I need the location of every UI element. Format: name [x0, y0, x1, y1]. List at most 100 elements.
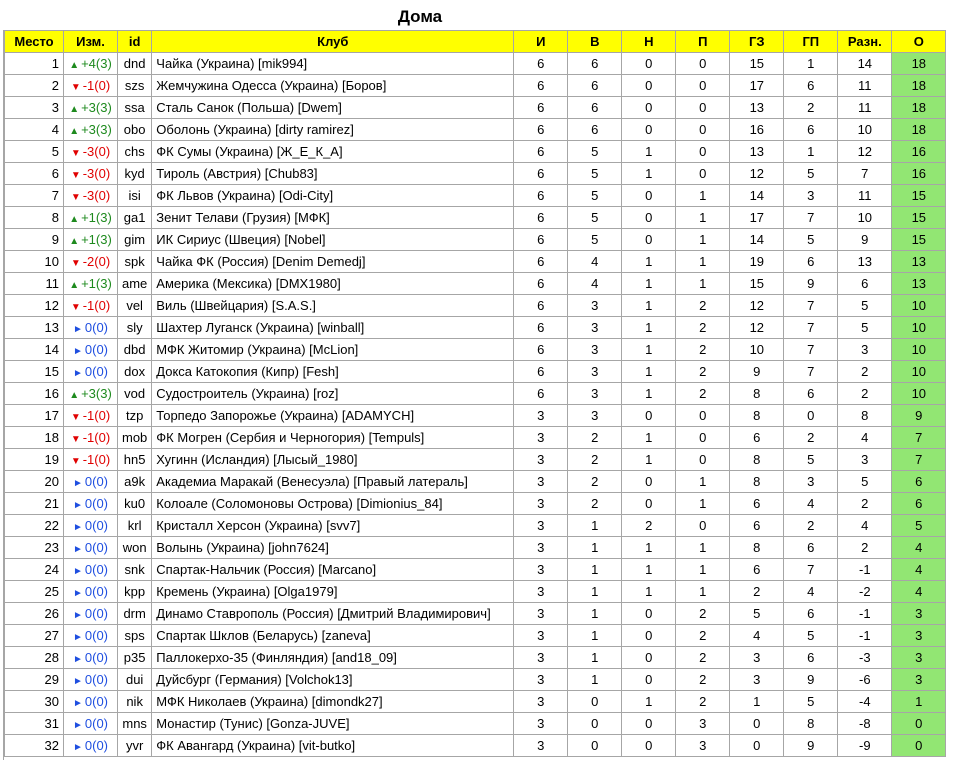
goals-for-cell[interactable]: 19: [729, 250, 785, 273]
wins-cell[interactable]: 5: [567, 162, 623, 185]
table-row[interactable]: 29 ► 0(0) dui Дуйсбург (Германия) [Volchok13…: [4, 668, 947, 691]
games-cell[interactable]: 3: [513, 492, 569, 515]
draws-cell[interactable]: 0: [621, 184, 677, 207]
change-cell[interactable]: ► 0(0): [63, 690, 118, 713]
losses-cell[interactable]: 2: [675, 294, 731, 317]
goal-diff-cell[interactable]: 2: [837, 536, 893, 559]
wins-cell[interactable]: 1: [567, 580, 623, 603]
place-cell[interactable]: 23: [4, 536, 64, 559]
goals-against-cell[interactable]: 5: [783, 624, 839, 647]
place-cell[interactable]: 27: [4, 624, 64, 647]
change-cell[interactable]: ▼ -3(0): [63, 184, 118, 207]
id-cell[interactable]: dbd: [116, 338, 153, 361]
goals-for-cell[interactable]: 5: [729, 602, 785, 625]
id-cell[interactable]: mns: [116, 712, 153, 735]
club-cell[interactable]: ФК Авангард (Украина) [vit-butko]: [151, 734, 515, 757]
goals-for-cell[interactable]: 13: [729, 140, 785, 163]
points-cell[interactable]: 16: [891, 162, 947, 185]
losses-cell[interactable]: 1: [675, 184, 731, 207]
games-cell[interactable]: 6: [513, 96, 569, 119]
goal-diff-cell[interactable]: 8: [837, 404, 893, 427]
goals-for-cell[interactable]: 8: [729, 382, 785, 405]
games-cell[interactable]: 6: [513, 382, 569, 405]
id-cell[interactable]: sps: [116, 624, 153, 647]
goals-against-cell[interactable]: 5: [783, 690, 839, 713]
losses-cell[interactable]: 2: [675, 360, 731, 383]
goals-for-cell[interactable]: 8: [729, 470, 785, 493]
table-row[interactable]: 31 ► 0(0) mns Монастир (Тунис) [Gonza-JUVE] 3…: [4, 712, 947, 735]
table-row[interactable]: 15 ► 0(0) dox Докса Катокопия (Кипр) [Fesh] 6…: [4, 360, 947, 383]
games-cell[interactable]: 3: [513, 558, 569, 581]
id-cell[interactable]: p35: [116, 646, 153, 669]
table-row[interactable]: 16 ▲ +3(3) vod Судостроитель (Украина) [roz]…: [4, 382, 947, 405]
place-cell[interactable]: 7: [4, 184, 64, 207]
goal-diff-cell[interactable]: 14: [837, 52, 893, 75]
goal-diff-cell[interactable]: 2: [837, 360, 893, 383]
id-cell[interactable]: ga1: [116, 206, 153, 229]
draws-cell[interactable]: 1: [621, 360, 677, 383]
goal-diff-cell[interactable]: 3: [837, 338, 893, 361]
change-cell[interactable]: ► 0(0): [63, 646, 118, 669]
wins-cell[interactable]: 2: [567, 492, 623, 515]
club-cell[interactable]: Виль (Швейцария) [S.A.S.]: [151, 294, 515, 317]
club-cell[interactable]: Сталь Санок (Польша) [Dwem]: [151, 96, 515, 119]
club-cell[interactable]: Шахтер Луганск (Украина) [winball]: [151, 316, 515, 339]
table-row[interactable]: 32 ► 0(0) yvr ФК Авангард (Украина) [vit-but…: [4, 734, 947, 757]
goals-for-cell[interactable]: 6: [729, 492, 785, 515]
points-cell[interactable]: 6: [891, 492, 947, 515]
games-cell[interactable]: 3: [513, 448, 569, 471]
points-cell[interactable]: 3: [891, 668, 947, 691]
goals-against-cell[interactable]: 7: [783, 558, 839, 581]
losses-cell[interactable]: 1: [675, 250, 731, 273]
goal-diff-cell[interactable]: -6: [837, 668, 893, 691]
losses-cell[interactable]: 2: [675, 602, 731, 625]
change-cell[interactable]: ► 0(0): [63, 338, 118, 361]
id-cell[interactable]: ame: [116, 272, 153, 295]
change-cell[interactable]: ▼ -1(0): [63, 426, 118, 449]
place-cell[interactable]: 10: [4, 250, 64, 273]
change-cell[interactable]: ▼ -1(0): [63, 404, 118, 427]
header-id[interactable]: id: [116, 30, 153, 53]
club-cell[interactable]: Докса Катокопия (Кипр) [Fesh]: [151, 360, 515, 383]
change-cell[interactable]: ▲ +3(3): [63, 96, 118, 119]
wins-cell[interactable]: 3: [567, 360, 623, 383]
place-cell[interactable]: 24: [4, 558, 64, 581]
points-cell[interactable]: 4: [891, 536, 947, 559]
goals-for-cell[interactable]: 15: [729, 272, 785, 295]
games-cell[interactable]: 3: [513, 536, 569, 559]
table-row[interactable]: 26 ► 0(0) drm Динамо Ставрополь (Россия) [Дм…: [4, 602, 947, 625]
goals-against-cell[interactable]: 6: [783, 118, 839, 141]
club-cell[interactable]: Монастир (Тунис) [Gonza-JUVE]: [151, 712, 515, 735]
points-cell[interactable]: 0: [891, 712, 947, 735]
losses-cell[interactable]: 1: [675, 580, 731, 603]
games-cell[interactable]: 6: [513, 140, 569, 163]
goals-for-cell[interactable]: 8: [729, 404, 785, 427]
change-cell[interactable]: ▼ -1(0): [63, 448, 118, 471]
losses-cell[interactable]: 1: [675, 272, 731, 295]
points-cell[interactable]: 9: [891, 404, 947, 427]
losses-cell[interactable]: 2: [675, 646, 731, 669]
table-row[interactable]: 11 ▲ +1(3) ame Америка (Мексика) [DMX1980] 6 4…: [4, 272, 947, 295]
id-cell[interactable]: won: [116, 536, 153, 559]
club-cell[interactable]: Динамо Ставрополь (Россия) [Дмитрий Влад…: [151, 602, 515, 625]
change-cell[interactable]: ▼ -3(0): [63, 162, 118, 185]
table-row[interactable]: 2 ▼ -1(0) szs Жемчужина Одесса (Украина) [Бо…: [4, 74, 947, 97]
losses-cell[interactable]: 2: [675, 624, 731, 647]
place-cell[interactable]: 9: [4, 228, 64, 251]
club-cell[interactable]: Академиа Маракай (Венесуэла) [Правый лат…: [151, 470, 515, 493]
club-cell[interactable]: Америка (Мексика) [DMX1980]: [151, 272, 515, 295]
games-cell[interactable]: 3: [513, 580, 569, 603]
draws-cell[interactable]: 1: [621, 162, 677, 185]
wins-cell[interactable]: 0: [567, 690, 623, 713]
change-cell[interactable]: ► 0(0): [63, 712, 118, 735]
draws-cell[interactable]: 0: [621, 74, 677, 97]
goal-diff-cell[interactable]: -3: [837, 646, 893, 669]
change-cell[interactable]: ► 0(0): [63, 624, 118, 647]
change-cell[interactable]: ▲ +1(3): [63, 228, 118, 251]
losses-cell[interactable]: 2: [675, 668, 731, 691]
goal-diff-cell[interactable]: 9: [837, 228, 893, 251]
wins-cell[interactable]: 6: [567, 52, 623, 75]
goals-for-cell[interactable]: 0: [729, 734, 785, 757]
club-cell[interactable]: Жемчужина Одесса (Украина) [Боров]: [151, 74, 515, 97]
id-cell[interactable]: yvr: [116, 734, 153, 757]
